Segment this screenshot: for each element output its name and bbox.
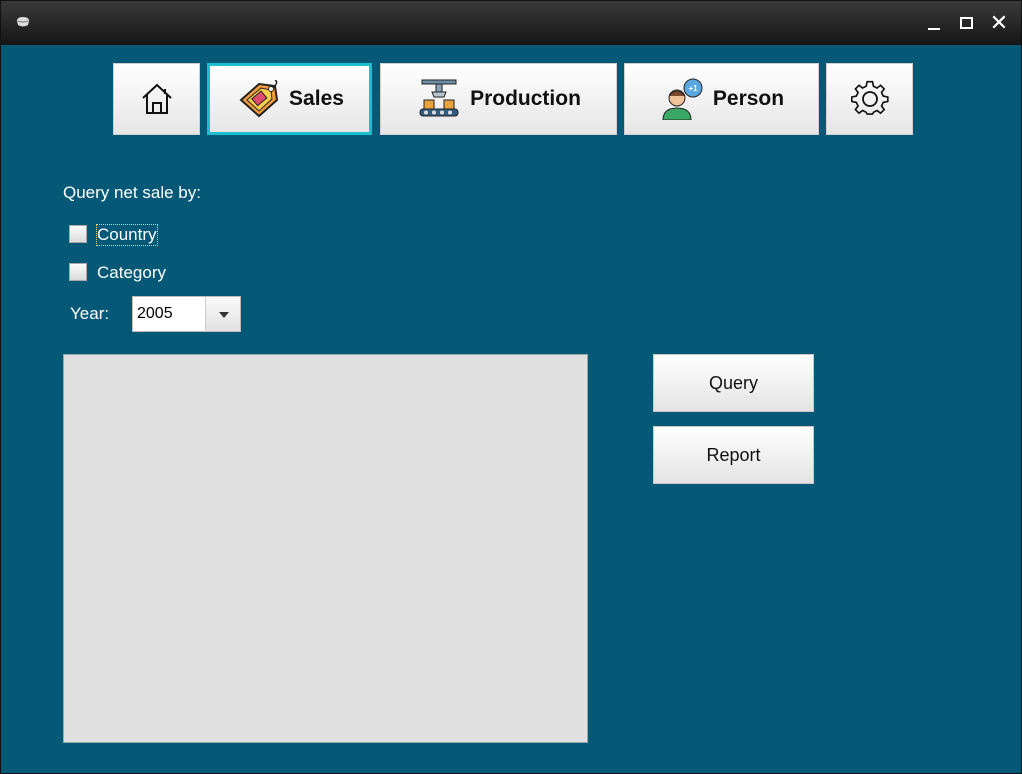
query-button-label: Query xyxy=(708,372,759,393)
category-label[interactable]: Category xyxy=(97,263,166,283)
home-button[interactable] xyxy=(113,63,200,135)
settings-button[interactable] xyxy=(826,63,913,135)
conveyor-icon xyxy=(419,79,459,117)
close-icon[interactable]: ✕ xyxy=(987,11,1011,35)
report-button-label: Report xyxy=(706,444,761,465)
year-label: Year: xyxy=(70,304,110,323)
home-icon xyxy=(141,83,172,114)
main-content: Sales Production +1 Person Query net sal… xyxy=(10,45,1013,769)
maximize-icon[interactable] xyxy=(955,11,979,35)
chevron-down-icon[interactable] xyxy=(205,297,240,331)
report-button[interactable]: Report xyxy=(653,426,814,484)
tab-production-label: Production xyxy=(470,87,581,110)
year-value: 2005 xyxy=(137,305,173,322)
query-button[interactable]: Query xyxy=(653,354,814,412)
category-checkbox[interactable] xyxy=(69,263,87,281)
results-panel xyxy=(63,354,588,743)
price-tag-icon xyxy=(239,80,279,118)
year-select[interactable]: 2005 xyxy=(132,296,241,332)
tab-sales[interactable]: Sales xyxy=(207,63,372,135)
query-by-label: Query net sale by: xyxy=(63,183,201,202)
title-bar[interactable]: ✕ xyxy=(1,1,1021,45)
person-icon: +1 xyxy=(662,78,703,120)
app-logo-icon xyxy=(17,17,29,27)
tab-production[interactable]: Production xyxy=(380,63,617,135)
tab-person-label: Person xyxy=(712,87,785,110)
tab-person[interactable]: +1 Person xyxy=(624,63,819,135)
app-window: ✕ Sales Production +1 Person Query net s… xyxy=(0,0,1022,774)
svg-text:+1: +1 xyxy=(688,84,698,93)
gear-icon xyxy=(850,80,889,115)
country-checkbox[interactable] xyxy=(69,225,87,243)
country-label[interactable]: Country xyxy=(96,224,158,246)
tab-sales-label: Sales xyxy=(289,87,344,110)
minimize-icon[interactable] xyxy=(923,11,947,35)
